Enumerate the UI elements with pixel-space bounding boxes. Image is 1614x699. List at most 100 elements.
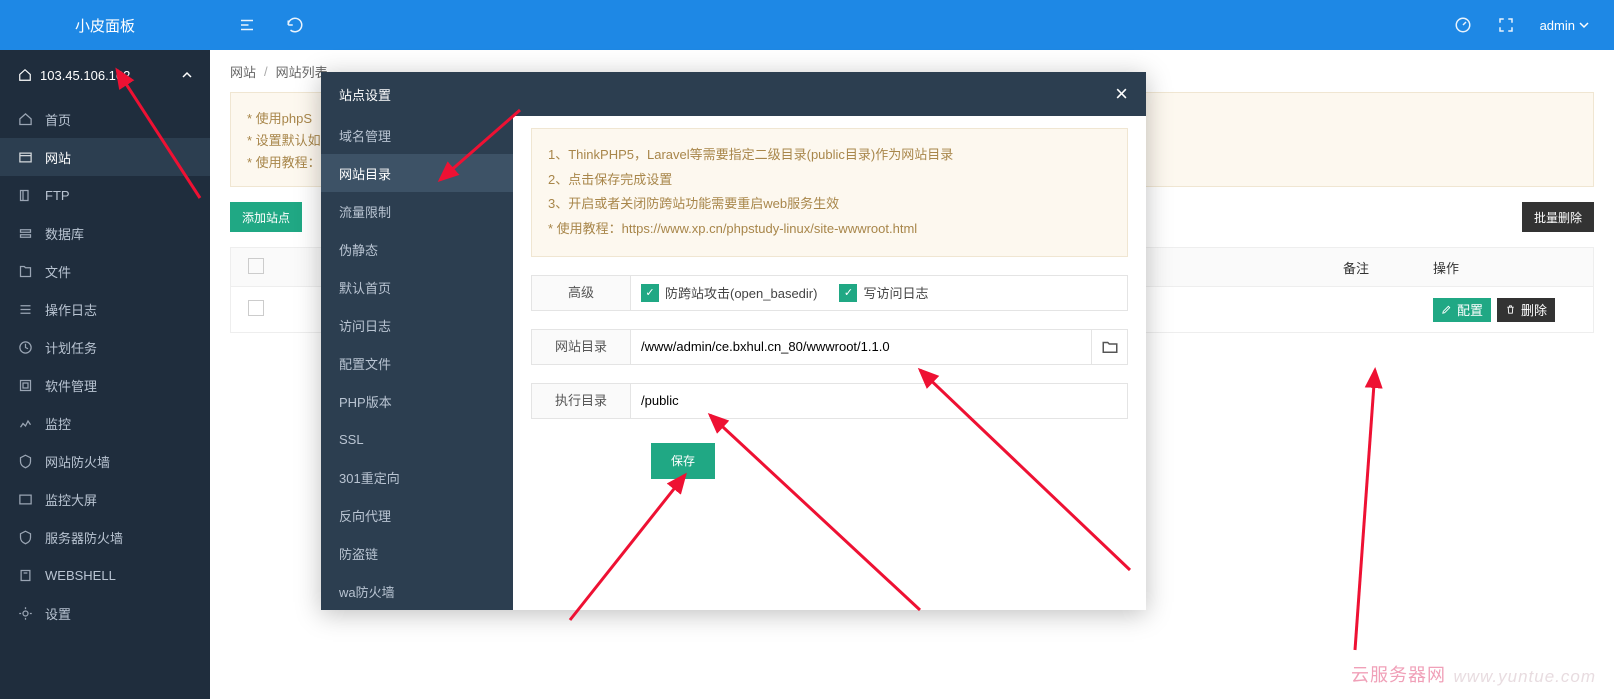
nav-icon xyxy=(18,340,33,355)
breadcrumb-current: 网站列表 xyxy=(276,62,328,81)
info-box: 1、ThinkPHP5，Laravel等需要指定二级目录(public目录)作为… xyxy=(531,128,1128,257)
close-icon[interactable]: × xyxy=(1115,81,1128,107)
top-right: admin xyxy=(1454,16,1614,34)
sidebar-item-3[interactable]: 数据库 xyxy=(0,214,210,252)
nav-label: 数据库 xyxy=(45,224,84,243)
nav-icon xyxy=(18,302,33,317)
top-actions xyxy=(210,16,304,34)
server-ip-label: 103.45.106.162 xyxy=(40,68,130,83)
admin-menu[interactable]: admin xyxy=(1540,18,1589,33)
row-checkbox[interactable] xyxy=(248,300,264,316)
home-icon xyxy=(18,68,32,82)
config-label: 配置 xyxy=(1457,300,1483,319)
sidebar-item-5[interactable]: 操作日志 xyxy=(0,290,210,328)
refresh-icon[interactable] xyxy=(286,16,304,34)
fullscreen-icon[interactable] xyxy=(1497,16,1515,34)
add-site-button[interactable]: 添加站点 xyxy=(230,202,302,232)
nav-icon xyxy=(18,188,33,203)
modal-nav-item-1[interactable]: 网站目录 xyxy=(321,154,513,192)
delete-button[interactable]: 删除 xyxy=(1497,298,1555,322)
sidebar-item-7[interactable]: 软件管理 xyxy=(0,366,210,404)
trash-icon xyxy=(1505,304,1516,315)
nav-label: 软件管理 xyxy=(45,376,97,395)
modal-nav-item-5[interactable]: 访问日志 xyxy=(321,306,513,344)
access-log-label: 写访问日志 xyxy=(863,283,928,302)
modal-nav-item-7[interactable]: PHP版本 xyxy=(321,382,513,420)
modal-nav-item-12[interactable]: wa防火墙 xyxy=(321,572,513,610)
sidebar-item-10[interactable]: 监控大屏 xyxy=(0,480,210,518)
modal-nav-item-2[interactable]: 流量限制 xyxy=(321,192,513,230)
modal-nav-item-8[interactable]: SSL xyxy=(321,420,513,458)
sidebar-item-6[interactable]: 计划任务 xyxy=(0,328,210,366)
nav-label: 服务器防火墙 xyxy=(45,528,123,547)
sidebar-item-13[interactable]: 设置 xyxy=(0,594,210,632)
modal-nav-item-4[interactable]: 默认首页 xyxy=(321,268,513,306)
chevron-down-icon xyxy=(1579,20,1589,30)
breadcrumb-root[interactable]: 网站 xyxy=(230,62,256,81)
nav-icon xyxy=(18,112,33,127)
admin-label: admin xyxy=(1540,18,1575,33)
modal-nav-item-6[interactable]: 配置文件 xyxy=(321,344,513,382)
sidebar-item-8[interactable]: 监控 xyxy=(0,404,210,442)
nav-label: 首页 xyxy=(45,110,71,129)
nav-label: 网站防火墙 xyxy=(45,452,110,471)
nav-label: WEBSHELL xyxy=(45,568,116,583)
nav-icon xyxy=(18,264,33,279)
config-button[interactable]: 配置 xyxy=(1433,298,1491,322)
modal-nav-item-10[interactable]: 反向代理 xyxy=(321,496,513,534)
sidebar-item-9[interactable]: 网站防火墙 xyxy=(0,442,210,480)
watermark-url: www.yuntue.com xyxy=(1454,667,1597,687)
modal-nav-item-11[interactable]: 防盗链 xyxy=(321,534,513,572)
access-log-checkbox[interactable]: ✓写访问日志 xyxy=(839,283,928,302)
sidebar-item-11[interactable]: 服务器防火墙 xyxy=(0,518,210,556)
sidebar-item-2[interactable]: FTP xyxy=(0,176,210,214)
modal-header: 站点设置 × xyxy=(321,72,1146,116)
info-line: 3、开启或者关闭防跨站功能需要重启web服务生效 xyxy=(548,192,1111,217)
run-dir-input[interactable] xyxy=(641,384,1117,418)
modal-nav-item-3[interactable]: 伪静态 xyxy=(321,230,513,268)
select-all-checkbox[interactable] xyxy=(248,258,264,274)
sidebar-item-0[interactable]: 首页 xyxy=(0,100,210,138)
nav-icon xyxy=(18,530,33,545)
col-op: 操作 xyxy=(1423,258,1593,277)
modal-content: 1、ThinkPHP5，Laravel等需要指定二级目录(public目录)作为… xyxy=(513,116,1146,610)
site-dir-input[interactable] xyxy=(641,330,1081,364)
dashboard-icon[interactable] xyxy=(1454,16,1472,34)
browse-folder-button[interactable] xyxy=(1092,329,1128,365)
delete-label: 删除 xyxy=(1521,300,1547,319)
modal-title: 站点设置 xyxy=(339,85,391,104)
chevron-up-icon xyxy=(182,70,192,80)
nav-label: 文件 xyxy=(45,262,71,281)
advanced-label: 高级 xyxy=(531,275,631,311)
brand-title: 小皮面板 xyxy=(0,15,210,36)
col-note: 备注 xyxy=(1333,258,1423,277)
batch-delete-button[interactable]: 批量删除 xyxy=(1522,202,1594,232)
open-basedir-label: 防跨站攻击(open_basedir) xyxy=(665,283,817,302)
sidebar-item-1[interactable]: 网站 xyxy=(0,138,210,176)
server-ip-toggle[interactable]: 103.45.106.162 xyxy=(0,50,210,100)
modal-nav-item-0[interactable]: 域名管理 xyxy=(321,116,513,154)
advanced-row: 高级 ✓防跨站攻击(open_basedir) ✓写访问日志 xyxy=(531,275,1128,311)
modal-nav-item-9[interactable]: 301重定向 xyxy=(321,458,513,496)
nav-icon xyxy=(18,454,33,469)
modal-nav: 域名管理网站目录流量限制伪静态默认首页访问日志配置文件PHP版本SSL301重定… xyxy=(321,116,513,610)
save-button[interactable]: 保存 xyxy=(651,443,715,479)
breadcrumb-sep: / xyxy=(264,64,268,79)
nav-icon xyxy=(18,150,33,165)
nav-label: 设置 xyxy=(45,604,71,623)
open-basedir-checkbox[interactable]: ✓防跨站攻击(open_basedir) xyxy=(641,283,817,302)
nav-label: 监控 xyxy=(45,414,71,433)
info-line: 1、ThinkPHP5，Laravel等需要指定二级目录(public目录)作为… xyxy=(548,143,1111,168)
folder-icon xyxy=(1101,338,1119,356)
nav-label: 操作日志 xyxy=(45,300,97,319)
info-line: * 使用教程：https://www.xp.cn/phpstudy-linux/… xyxy=(548,217,1111,242)
menu-toggle-icon[interactable] xyxy=(238,16,256,34)
nav-label: 网站 xyxy=(45,148,71,167)
sidebar-item-12[interactable]: WEBSHELL xyxy=(0,556,210,594)
watermark-text: 云服务器网 xyxy=(1351,661,1446,687)
nav-icon xyxy=(18,492,33,507)
sidebar-item-4[interactable]: 文件 xyxy=(0,252,210,290)
run-dir-row: 执行目录 xyxy=(531,383,1128,419)
nav-icon xyxy=(18,416,33,431)
nav-label: 计划任务 xyxy=(45,338,97,357)
